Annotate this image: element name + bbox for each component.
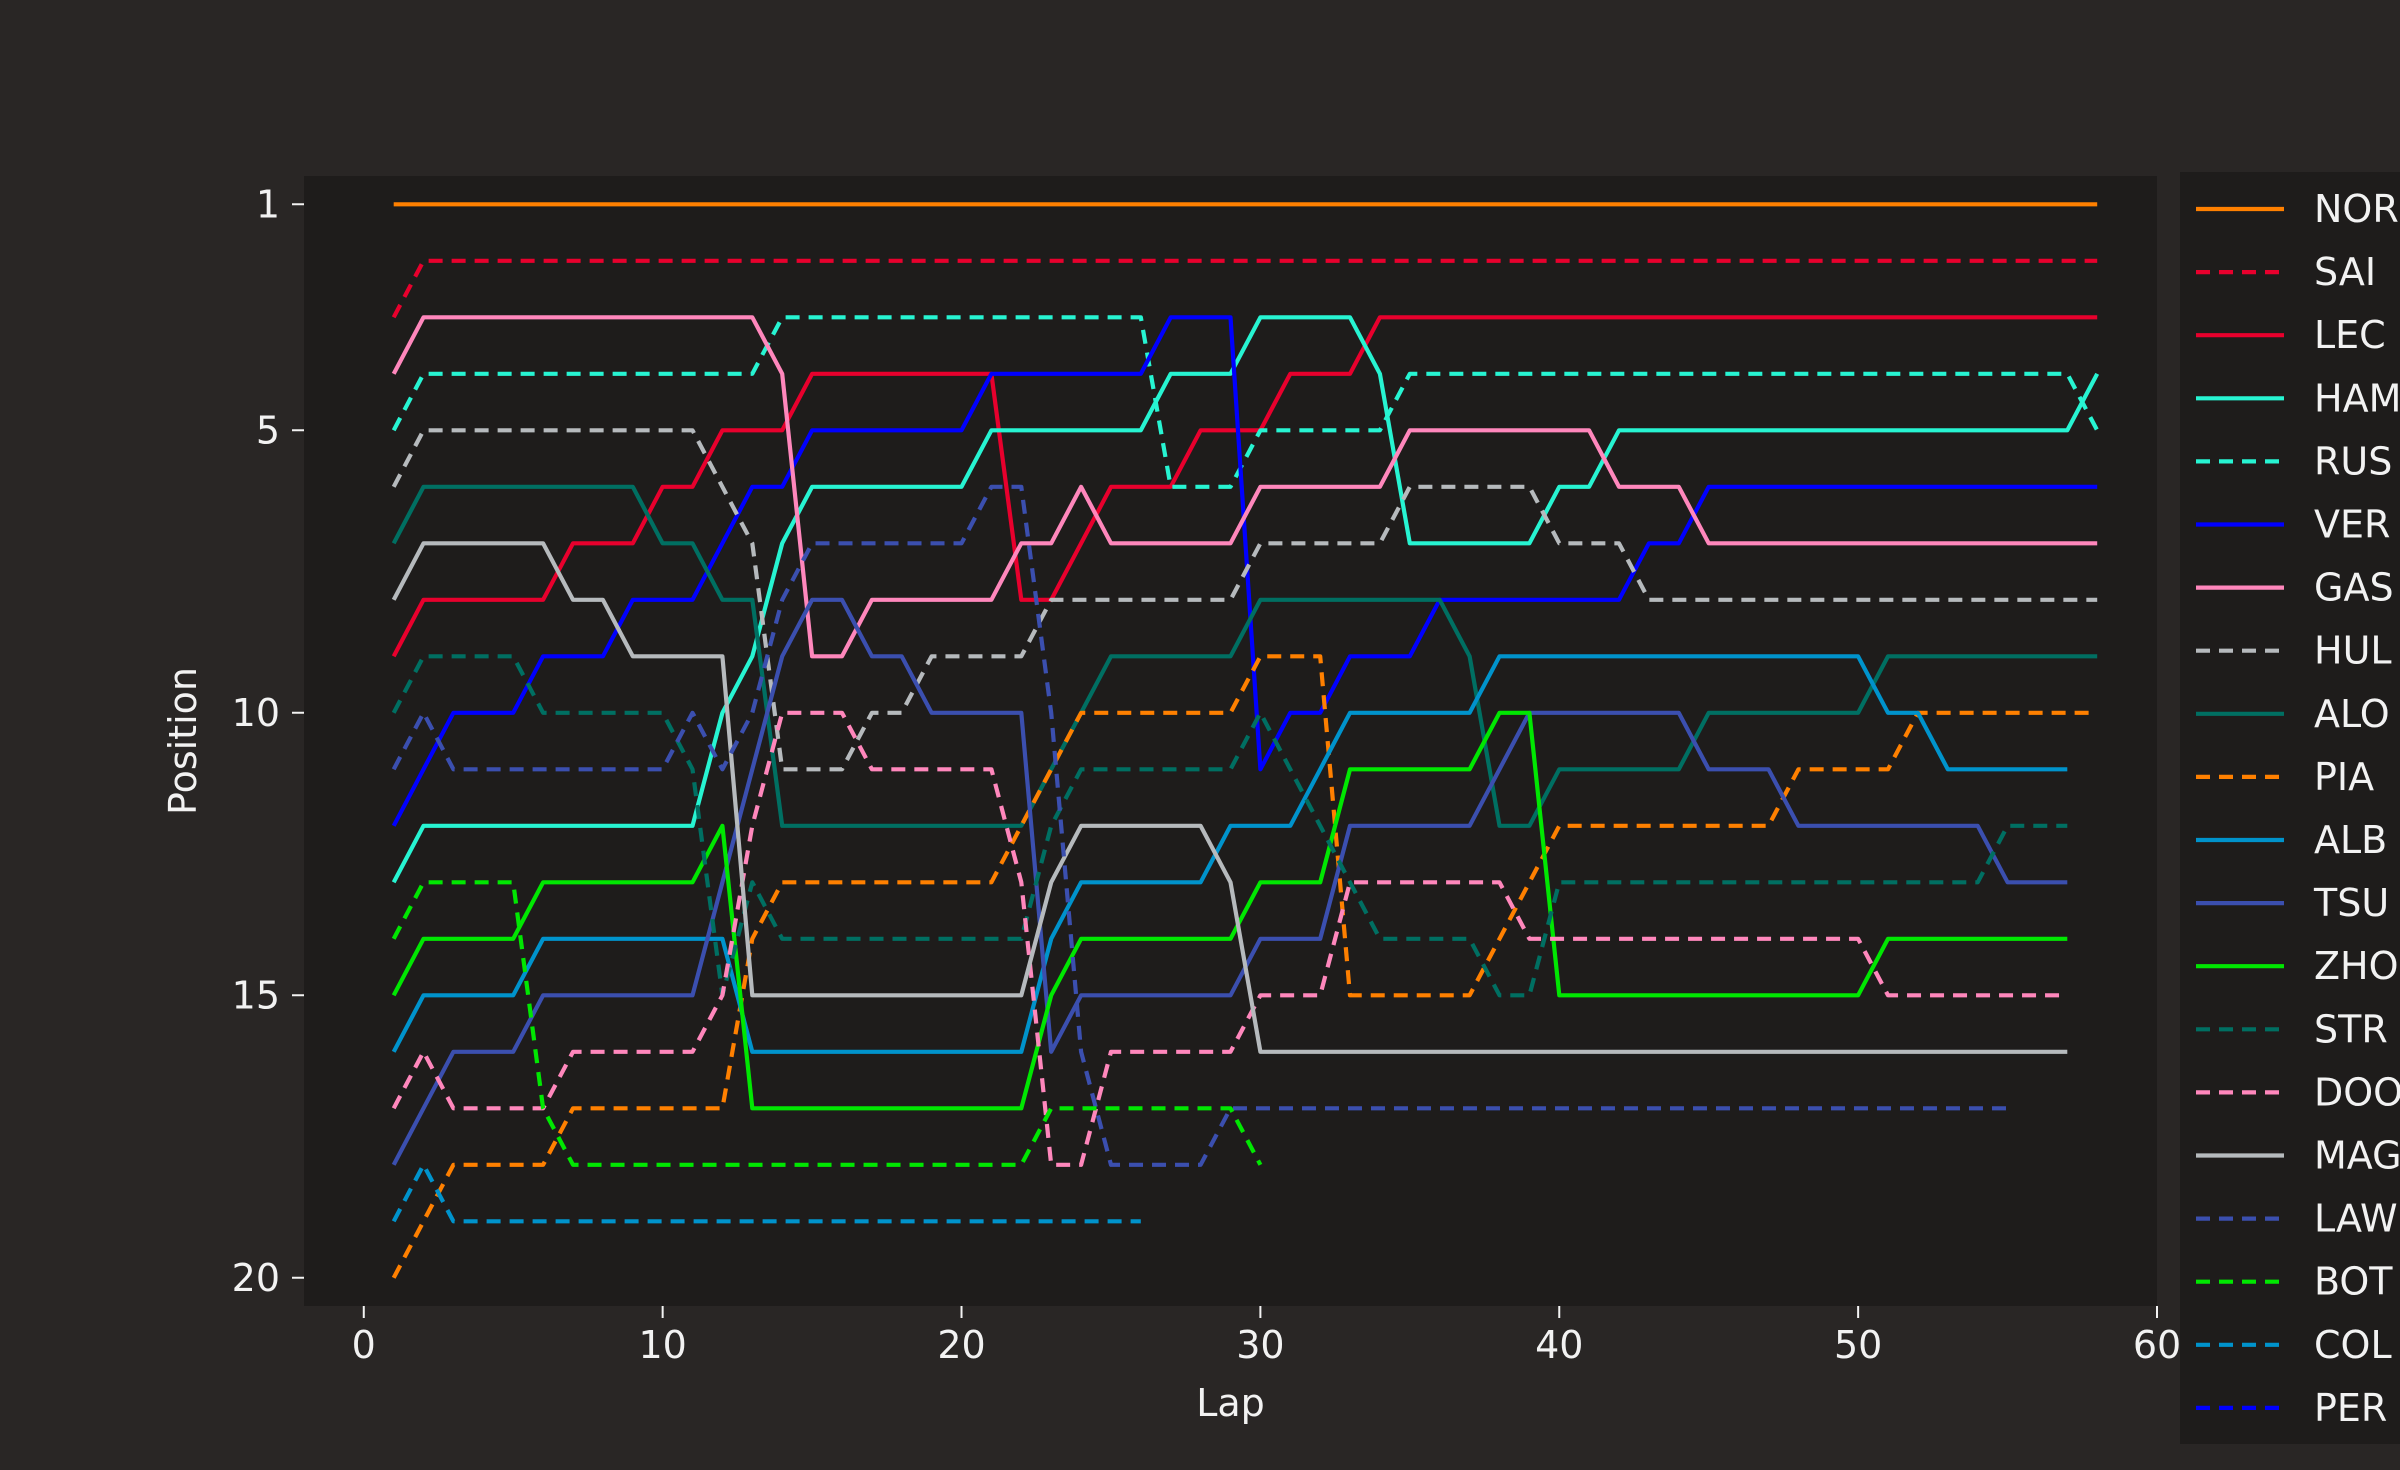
x-axis-label: Lap [1196, 1381, 1265, 1425]
legend-label-nor: NOR [2314, 187, 2399, 231]
y-tick-label: 1 [256, 182, 280, 226]
x-tick-label: 60 [2133, 1323, 2181, 1367]
x-tick-label: 50 [1834, 1323, 1882, 1367]
legend-label-sai: SAI [2314, 250, 2376, 294]
legend-label-pia: PIA [2314, 755, 2374, 799]
y-tick-label: 15 [232, 973, 280, 1017]
legend-label-ham: HAM [2314, 376, 2400, 420]
x-tick-label: 10 [638, 1323, 686, 1367]
position-chart: 0 10 20 30 40 50 60 15101520 Lap Position NORS… [0, 0, 2400, 1470]
legend: NOR SAI LEC HAM RUS VER GAS HUL ALO PIA ALB TSU ZHO S… [2180, 172, 2400, 1444]
legend-label-mag: MAG [2314, 1134, 2400, 1178]
x-tick-label: 40 [1535, 1323, 1583, 1367]
x-tick-label: 0 [352, 1323, 376, 1367]
x-tick-label: 20 [937, 1323, 985, 1367]
legend-label-ver: VER [2314, 503, 2390, 547]
x-tick-label: 30 [1236, 1323, 1284, 1367]
legend-box [2180, 172, 2400, 1444]
legend-label-alb: ALB [2314, 818, 2387, 862]
legend-label-hul: HUL [2314, 629, 2392, 673]
legend-label-per: PER [2314, 1386, 2387, 1430]
legend-label-str: STR [2314, 1007, 2388, 1051]
legend-label-zho: ZHO [2314, 944, 2399, 988]
legend-label-alo: ALO [2314, 692, 2390, 736]
y-tick-label: 5 [256, 408, 280, 452]
legend-label-rus: RUS [2314, 439, 2392, 483]
legend-label-gas: GAS [2314, 566, 2394, 610]
legend-label-tsu: TSU [2313, 881, 2389, 925]
y-tick-label: 10 [232, 691, 280, 735]
legend-label-law: LAW [2314, 1197, 2398, 1241]
legend-label-doo: DOO [2314, 1070, 2400, 1114]
legend-label-lec: LEC [2314, 313, 2386, 357]
y-axis-label: Position [161, 667, 205, 815]
legend-label-bot: BOT [2314, 1260, 2393, 1304]
y-tick-label: 20 [232, 1256, 280, 1300]
legend-label-col: COL [2314, 1323, 2392, 1367]
